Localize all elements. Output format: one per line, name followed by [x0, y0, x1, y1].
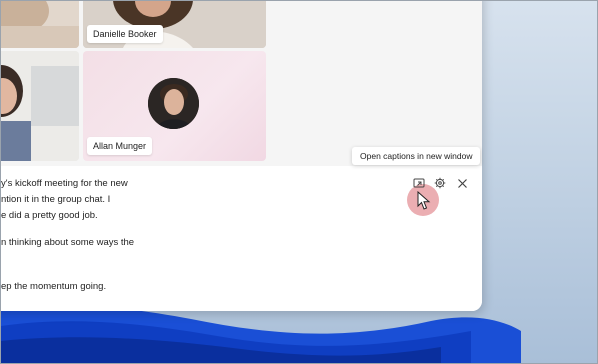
screen-frame: Danielle Booker Allan Munger y's kickoff…: [0, 0, 598, 364]
participant-video-image: [1, 1, 79, 48]
participant-tile-partial: [1, 1, 79, 48]
avatar: [148, 78, 199, 129]
live-captions-panel: y's kickoff meeting for the new ntion it…: [1, 166, 482, 311]
participant-name-label: Allan Munger: [87, 137, 153, 155]
close-icon: [457, 178, 467, 188]
caption-line: e did a pretty good job.: [1, 210, 98, 221]
caption-line: ntion it in the group chat. I: [1, 194, 111, 205]
caption-line: n thinking about some ways the: [1, 237, 135, 248]
caption-line: y's kickoff meeting for the new: [1, 178, 128, 189]
participant-tile-partial: [1, 51, 79, 161]
open-in-new-window-icon: [413, 178, 425, 188]
participant-name-label: Danielle Booker: [87, 25, 163, 43]
popout-captions-button[interactable]: [411, 175, 427, 191]
gear-icon: [434, 177, 446, 189]
participant-video-image: [1, 51, 79, 161]
mouse-pointer-icon: [417, 191, 431, 210]
avatar-image: [148, 78, 199, 129]
tooltip-open-captions-new-window: Open captions in new window: [352, 147, 481, 165]
close-captions-button[interactable]: [454, 175, 470, 191]
video-stage: Danielle Booker Allan Munger: [1, 1, 482, 166]
caption-line: ep the momentum going.: [1, 281, 107, 292]
captions-settings-button[interactable]: [432, 175, 448, 191]
